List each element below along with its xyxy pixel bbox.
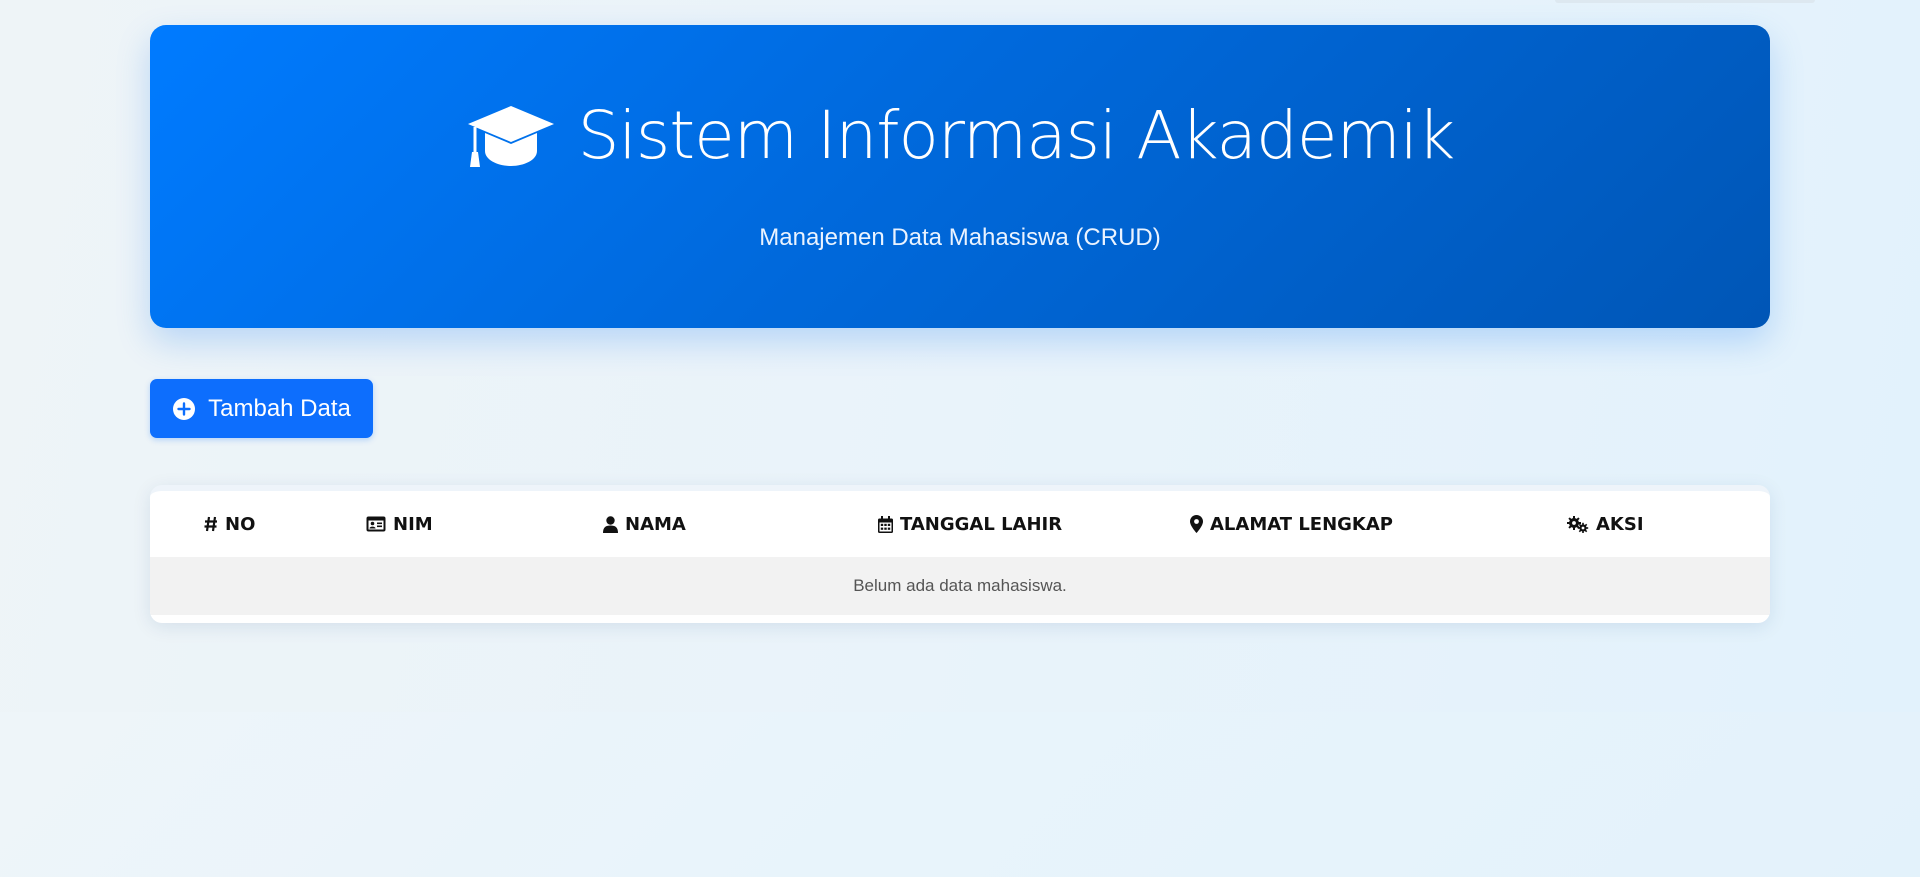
page-subtitle: Manajemen Data Mahasiswa (CRUD): [759, 224, 1161, 251]
graduation-cap-icon: [467, 106, 554, 167]
column-header-label: NAMA: [625, 513, 686, 535]
hash-icon: [204, 516, 217, 532]
student-table: NO NIM NAMA TANGGAL LAHIR ALAMAT LENGKAP…: [150, 485, 1770, 623]
plus-circle-icon: [173, 397, 196, 420]
table-header-row: NO NIM NAMA TANGGAL LAHIR ALAMAT LENGKAP…: [150, 491, 1770, 557]
top-divider: [1555, 0, 1815, 3]
header-title-row: Sistem Informasi Akademik: [150, 103, 1770, 169]
map-marker-icon: [1190, 515, 1203, 533]
add-data-label: Tambah Data: [208, 394, 351, 422]
column-header-nim[interactable]: NIM: [366, 491, 433, 557]
column-header-nama[interactable]: NAMA: [603, 491, 686, 557]
column-header-label: TANGGAL LAHIR: [900, 513, 1063, 535]
page-header: Sistem Informasi Akademik Manajemen Data…: [150, 25, 1770, 328]
calendar-icon: [878, 515, 893, 533]
column-header-label: AKSI: [1596, 513, 1644, 535]
column-header-no[interactable]: NO: [204, 491, 255, 557]
user-icon: [603, 515, 618, 533]
id-card-icon: [366, 516, 386, 532]
empty-table-message: Belum ada data mahasiswa.: [150, 557, 1770, 615]
column-header-tanggal-lahir[interactable]: TANGGAL LAHIR: [878, 491, 1062, 557]
cogs-icon: [1567, 515, 1589, 533]
column-header-alamat-lengkap[interactable]: ALAMAT LENGKAP: [1190, 491, 1393, 557]
add-data-button[interactable]: Tambah Data: [150, 379, 373, 438]
column-header-label: NO: [225, 513, 256, 535]
page-title: Sistem Informasi Akademik: [577, 97, 1456, 174]
column-header-label: ALAMAT LENGKAP: [1210, 513, 1393, 535]
column-header-aksi[interactable]: AKSI: [1567, 491, 1644, 557]
column-header-label: NIM: [393, 513, 433, 535]
